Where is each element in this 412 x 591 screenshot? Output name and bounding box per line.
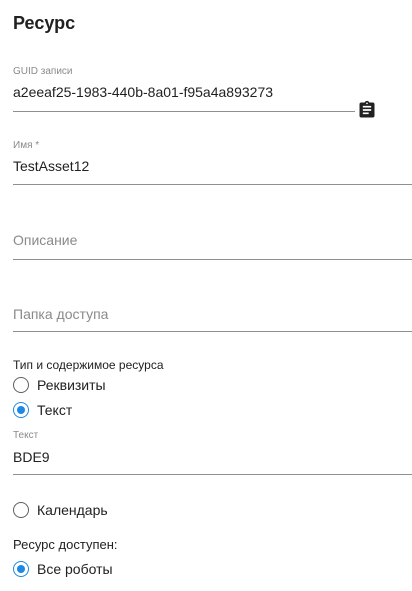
description-field[interactable]: Описание [13, 225, 412, 261]
name-field-label: Имя * [13, 140, 40, 151]
radio-all-robots-dot [17, 565, 25, 573]
radio-calendar-circle[interactable] [13, 502, 29, 518]
radio-text-circle[interactable] [13, 402, 29, 418]
availability-label: Ресурс доступен: [13, 537, 118, 552]
radio-option-text[interactable]: Текст [13, 399, 72, 421]
radio-option-all-robots[interactable]: Все роботы [13, 558, 113, 580]
access-folder-field-underline [13, 331, 412, 332]
guid-field-value: a2eeaf25-1983-440b-8a01-f95a4a893273 [13, 84, 274, 100]
radio-all-robots-label: Все роботы [37, 561, 113, 577]
radio-option-requisites[interactable]: Реквизиты [13, 374, 106, 396]
guid-field-underline [13, 111, 355, 112]
radio-text-dot [17, 406, 25, 414]
radio-calendar-label: Календарь [37, 502, 108, 518]
guid-field[interactable]: GUID записи a2eeaf25-1983-440b-8a01-f95a… [13, 64, 355, 114]
radio-requisites-circle[interactable] [13, 377, 29, 393]
radio-text-label: Текст [37, 402, 73, 418]
clipboard-icon[interactable] [357, 100, 377, 120]
resource-type-label: Тип и содержимое ресурса [13, 358, 164, 372]
description-field-underline [13, 259, 412, 260]
name-field-underline [13, 184, 412, 185]
name-field[interactable]: Имя * TestAsset12 [13, 138, 412, 186]
text-content-field-label: Текст [13, 430, 39, 441]
clipboard-icon-svg [359, 100, 375, 118]
text-content-field-underline [13, 474, 412, 475]
text-content-field[interactable]: Текст BDE9 [13, 428, 412, 476]
name-field-value: TestAsset12 [13, 158, 90, 174]
guid-field-label: GUID записи [13, 66, 73, 77]
description-field-placeholder: Описание [13, 232, 78, 248]
radio-option-calendar[interactable]: Календарь [13, 499, 108, 521]
page-title: Ресурс [13, 13, 76, 33]
access-folder-field[interactable]: Папка доступа [13, 299, 412, 335]
radio-requisites-label: Реквизиты [37, 377, 106, 393]
access-folder-field-placeholder: Папка доступа [13, 306, 109, 322]
text-content-field-value: BDE9 [13, 449, 50, 465]
radio-all-robots-circle[interactable] [13, 561, 29, 577]
